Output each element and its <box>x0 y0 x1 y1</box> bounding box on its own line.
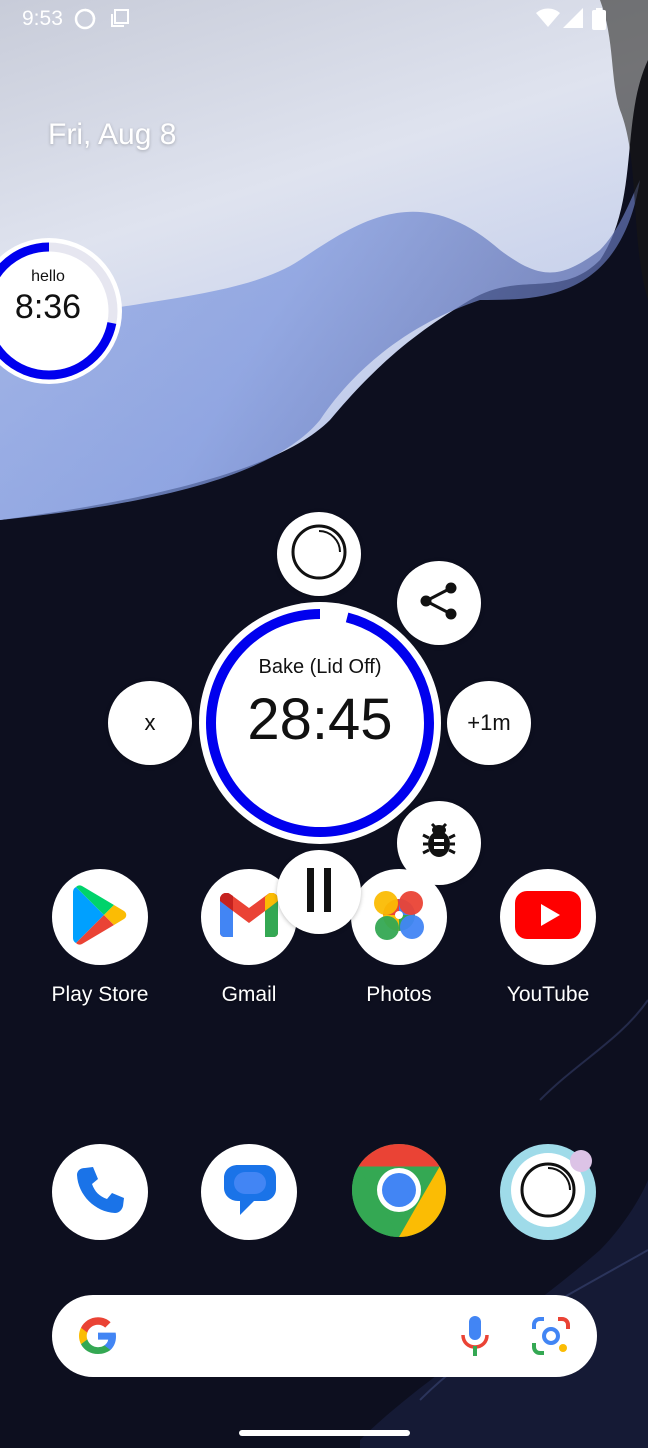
reset-button[interactable] <box>277 512 361 596</box>
loading-circle-icon <box>74 8 96 35</box>
dock-chrome[interactable] <box>339 1144 459 1240</box>
signal-icon <box>563 8 583 33</box>
youtube-icon <box>515 890 581 944</box>
app-label: Play Store <box>51 983 149 1006</box>
pause-icon <box>304 867 334 917</box>
dock-messages[interactable] <box>189 1144 309 1240</box>
chrome-icon <box>351 1144 447 1240</box>
app-play-store[interactable]: Play Store <box>40 869 160 1007</box>
app-icon-container <box>351 869 447 965</box>
photos-icon <box>366 882 432 953</box>
timer-time: 28:45 <box>247 687 393 752</box>
play-store-icon <box>72 884 128 950</box>
app-youtube[interactable]: YouTube <box>488 869 608 1007</box>
dock-phone[interactable] <box>40 1144 160 1240</box>
lens-icon[interactable] <box>530 1315 572 1362</box>
bug-icon <box>417 819 461 868</box>
pause-button[interactable] <box>277 850 361 934</box>
status-bar: 9:53 <box>0 0 648 40</box>
app-icon-container <box>201 1144 297 1240</box>
share-icon <box>416 578 462 629</box>
add-minute-label: +1m <box>467 710 511 735</box>
phone-icon <box>75 1165 125 1220</box>
battery-icon <box>592 8 606 35</box>
timer-label: Bake (Lid Off) <box>258 656 382 678</box>
mini-timer-time: 8:36 <box>14 288 82 326</box>
messages-icon <box>218 1161 280 1224</box>
date-widget[interactable]: Fri, Aug 8 <box>48 118 176 152</box>
dock-timer-app[interactable] <box>488 1144 608 1240</box>
navigation-handle[interactable] <box>239 1430 410 1436</box>
screenshot-icon <box>110 8 130 33</box>
wifi-icon <box>536 8 560 33</box>
dismiss-button[interactable]: x <box>108 681 192 765</box>
add-minute-button[interactable]: +1m <box>447 681 531 765</box>
app-icon-container <box>351 1144 447 1240</box>
microphone-icon[interactable] <box>458 1315 492 1362</box>
google-g-icon <box>78 1316 118 1361</box>
status-time: 9:53 <box>22 7 63 30</box>
share-button[interactable] <box>397 561 481 645</box>
notification-dot <box>570 1150 592 1172</box>
app-label: YouTube <box>506 983 590 1006</box>
app-label: Gmail <box>221 983 277 1006</box>
mini-timer-label: hello <box>31 268 65 285</box>
app-label: Photos <box>366 983 432 1006</box>
app-icon-container <box>52 1144 148 1240</box>
app-icon-container <box>500 869 596 965</box>
gmail-icon <box>220 892 278 942</box>
app-icon-container <box>52 869 148 965</box>
loading-circle-icon <box>290 523 348 586</box>
dismiss-label: x <box>144 710 156 735</box>
search-bar[interactable] <box>52 1295 597 1377</box>
